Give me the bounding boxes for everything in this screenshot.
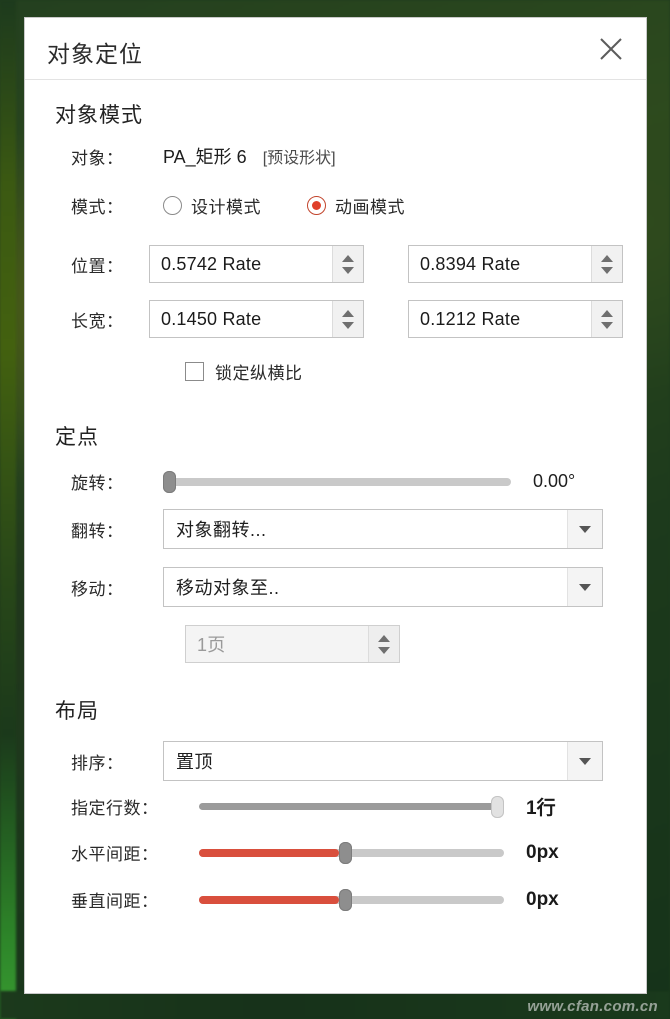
close-icon[interactable] bbox=[594, 32, 628, 66]
move-dropdown-value: 移动对象至.. bbox=[176, 578, 280, 598]
chevron-up-icon[interactable] bbox=[378, 634, 390, 642]
dialog-titlebar: 对象定位 bbox=[25, 18, 646, 80]
rotate-label: 旋转： bbox=[71, 474, 124, 493]
size-height-stepper[interactable]: 0.1212 Rate bbox=[408, 300, 623, 338]
chevron-down-icon[interactable] bbox=[567, 742, 602, 780]
position-label: 位置： bbox=[71, 256, 124, 276]
size-width-stepper[interactable]: 0.1450 Rate bbox=[149, 300, 364, 338]
rotate-slider-handle[interactable] bbox=[163, 470, 176, 493]
page-row: 1页 bbox=[185, 625, 400, 663]
chevron-down-icon[interactable] bbox=[567, 510, 602, 548]
page-value[interactable]: 1页 bbox=[186, 626, 368, 662]
horizontal-gap-label: 水平间距： bbox=[71, 845, 159, 864]
rotate-slider[interactable] bbox=[163, 470, 511, 493]
section-title-anchor: 定点 bbox=[55, 426, 99, 449]
chevron-down-icon[interactable] bbox=[601, 321, 613, 329]
rotate-slider-track[interactable] bbox=[163, 477, 511, 486]
flip-row: 翻转： 对象翻转... bbox=[71, 509, 603, 549]
radio-animation-mode-icon bbox=[307, 196, 326, 215]
rows-count-slider-track[interactable] bbox=[199, 803, 504, 810]
mode-row: 模式： 设计模式 动画模式 bbox=[71, 193, 405, 218]
position-x-stepper[interactable]: 0.5742 Rate bbox=[149, 245, 364, 283]
flip-dropdown-value: 对象翻转... bbox=[176, 520, 267, 540]
object-type-value: [预设形状] bbox=[262, 150, 336, 167]
size-row: 长宽： 0.1450 Rate 0.1212 Rate bbox=[71, 300, 623, 338]
position-y-stepper[interactable]: 0.8394 Rate bbox=[408, 245, 623, 283]
position-row: 位置： 0.5742 Rate 0.8394 Rate bbox=[71, 245, 623, 283]
watermark: www.cfan.com.cn bbox=[527, 998, 658, 1015]
vertical-gap-value: 0px bbox=[526, 888, 559, 910]
size-height-stepper-buttons[interactable] bbox=[591, 301, 622, 337]
chevron-down-icon[interactable] bbox=[567, 568, 602, 606]
vertical-gap-slider[interactable] bbox=[199, 888, 504, 911]
lock-aspect-ratio-label: 锁定纵横比 bbox=[215, 364, 303, 383]
rows-count-label: 指定行数： bbox=[71, 799, 159, 818]
rows-count-row: 指定行数： 1行 bbox=[71, 793, 556, 820]
chevron-down-icon[interactable] bbox=[342, 321, 354, 329]
chevron-up-icon[interactable] bbox=[601, 254, 613, 262]
rotate-value: 0.00° bbox=[533, 471, 576, 491]
position-x-stepper-buttons[interactable] bbox=[332, 246, 363, 282]
object-position-dialog: 对象定位 对象模式 对象： PA_矩形 6 [预设形状] 模式： 设计模式 动画… bbox=[24, 17, 647, 994]
size-label: 长宽： bbox=[71, 311, 124, 331]
order-dropdown[interactable]: 置顶 bbox=[163, 741, 603, 781]
flip-dropdown[interactable]: 对象翻转... bbox=[163, 509, 603, 549]
object-name-value: PA_矩形 6 bbox=[163, 147, 247, 167]
vertical-gap-slider-fill bbox=[199, 895, 339, 904]
horizontal-gap-value: 0px bbox=[526, 841, 559, 863]
radio-design-mode-icon bbox=[163, 196, 182, 215]
rows-count-value: 1行 bbox=[526, 798, 556, 819]
vertical-gap-label: 垂直间距： bbox=[71, 892, 159, 911]
object-label: 对象： bbox=[71, 148, 124, 168]
radio-animation-mode[interactable]: 动画模式 bbox=[307, 193, 405, 218]
chevron-down-icon[interactable] bbox=[601, 266, 613, 274]
move-row: 移动： 移动对象至.. bbox=[71, 567, 603, 607]
page-stepper-buttons[interactable] bbox=[368, 626, 399, 662]
order-label: 排序： bbox=[71, 753, 124, 773]
section-title-layout: 布局 bbox=[55, 700, 99, 723]
horizontal-gap-slider-handle[interactable] bbox=[339, 841, 352, 864]
dialog-title: 对象定位 bbox=[47, 41, 143, 67]
radio-design-mode[interactable]: 设计模式 bbox=[163, 193, 261, 218]
horizontal-gap-slider-fill bbox=[199, 848, 339, 857]
chevron-up-icon[interactable] bbox=[342, 254, 354, 262]
size-width-stepper-buttons[interactable] bbox=[332, 301, 363, 337]
mode-label: 模式： bbox=[71, 198, 124, 217]
rotate-row: 旋转： 0.00° bbox=[71, 469, 575, 494]
flip-label: 翻转： bbox=[71, 521, 124, 541]
rows-count-slider-handle[interactable] bbox=[491, 795, 504, 818]
chevron-down-icon[interactable] bbox=[342, 266, 354, 274]
position-y-stepper-buttons[interactable] bbox=[591, 246, 622, 282]
section-title-object-mode: 对象模式 bbox=[55, 104, 143, 127]
order-dropdown-value: 置顶 bbox=[176, 752, 213, 772]
horizontal-gap-row: 水平间距： 0px bbox=[71, 840, 559, 865]
position-x-value[interactable]: 0.5742 Rate bbox=[150, 246, 332, 282]
rows-count-slider[interactable] bbox=[199, 795, 504, 818]
lock-aspect-ratio-checkbox[interactable]: 锁定纵横比 bbox=[185, 359, 303, 384]
radio-animation-mode-label: 动画模式 bbox=[335, 198, 405, 217]
chevron-up-icon[interactable] bbox=[342, 309, 354, 317]
chevron-down-icon[interactable] bbox=[378, 646, 390, 654]
page-stepper[interactable]: 1页 bbox=[185, 625, 400, 663]
size-height-value[interactable]: 0.1212 Rate bbox=[409, 301, 591, 337]
vertical-gap-row: 垂直间距： 0px bbox=[71, 887, 559, 912]
size-width-value[interactable]: 0.1450 Rate bbox=[150, 301, 332, 337]
horizontal-gap-slider[interactable] bbox=[199, 841, 504, 864]
chevron-up-icon[interactable] bbox=[601, 309, 613, 317]
position-y-value[interactable]: 0.8394 Rate bbox=[409, 246, 591, 282]
checkbox-icon[interactable] bbox=[185, 362, 204, 381]
background-left-edge bbox=[0, 0, 16, 1019]
move-label: 移动： bbox=[71, 579, 124, 599]
object-row: 对象： PA_矩形 6 [预设形状] bbox=[71, 143, 336, 169]
move-dropdown[interactable]: 移动对象至.. bbox=[163, 567, 603, 607]
vertical-gap-slider-handle[interactable] bbox=[339, 888, 352, 911]
radio-design-mode-label: 设计模式 bbox=[191, 198, 261, 217]
order-row: 排序： 置顶 bbox=[71, 741, 603, 781]
